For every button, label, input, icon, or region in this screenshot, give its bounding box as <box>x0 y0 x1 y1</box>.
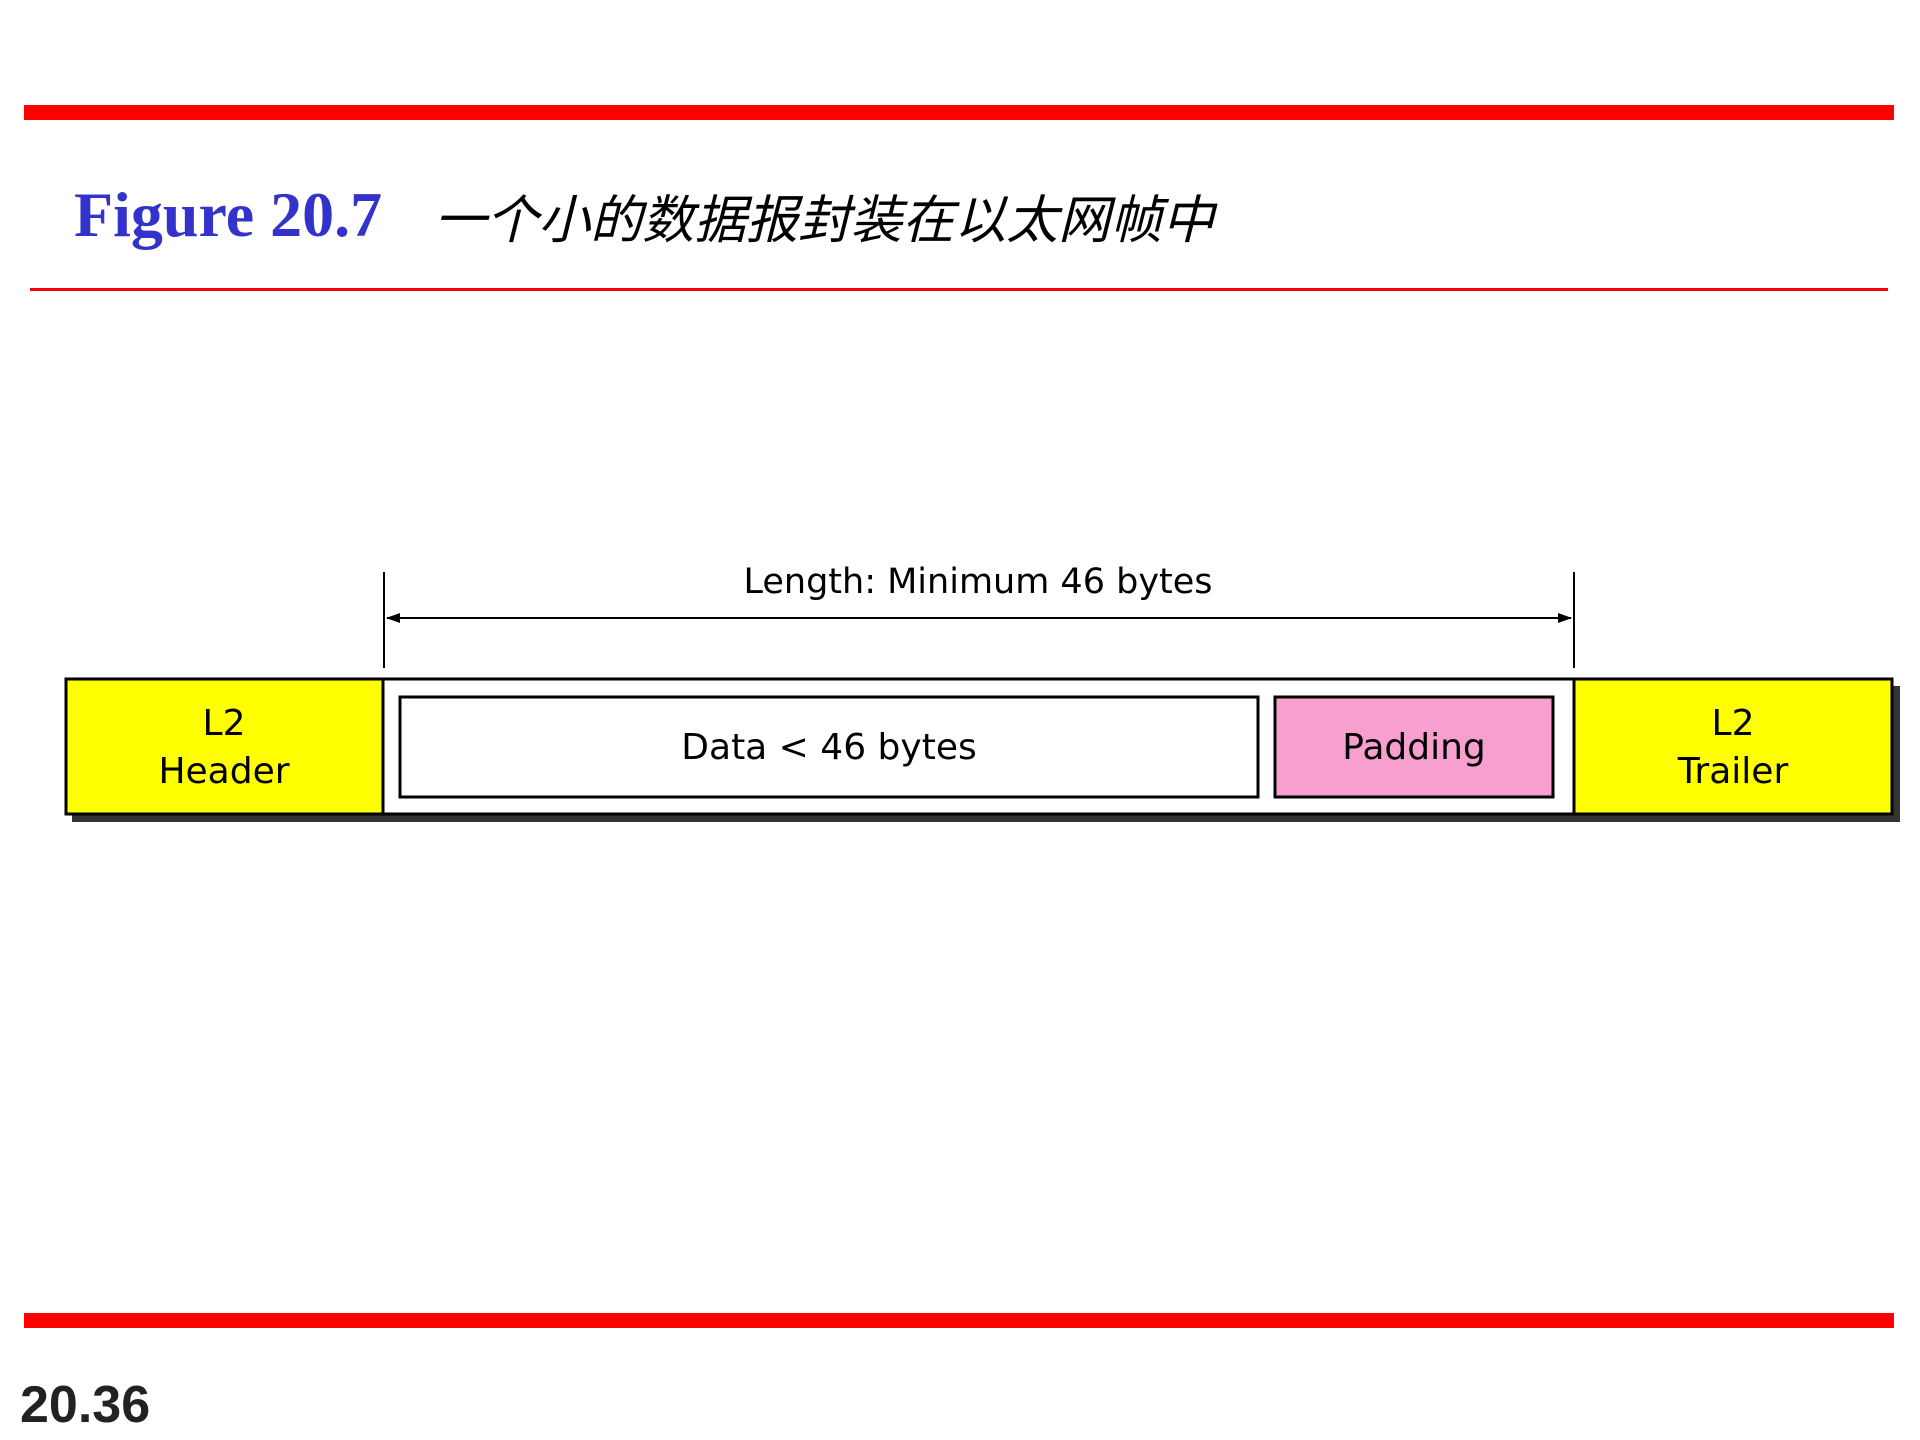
l2-header-line2: Header <box>158 751 289 792</box>
padding-label: Padding <box>1342 727 1486 768</box>
frame-diagram: Length: Minimum 46 bytes L2 Header L2 Tr… <box>64 562 1900 822</box>
l2-trailer-line2: Trailer <box>1677 751 1789 792</box>
length-label: Length: Minimum 46 bytes <box>743 562 1212 602</box>
l2-header-line1: L2 <box>203 703 246 744</box>
l2-trailer-field <box>1572 677 1894 816</box>
bottom-rule <box>24 1313 1894 1328</box>
slide-number: 20.36 <box>20 1376 151 1434</box>
l2-trailer-line1: L2 <box>1712 703 1755 744</box>
data-label: Data < 46 bytes <box>681 727 976 768</box>
l2-header-field <box>64 677 385 816</box>
